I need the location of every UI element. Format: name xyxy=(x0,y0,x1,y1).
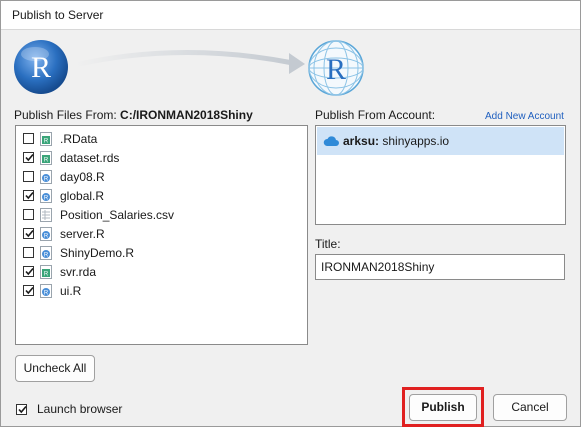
file-list-item[interactable]: Rui.R xyxy=(16,282,307,301)
r-logo-icon: R xyxy=(14,40,68,94)
file-list-item[interactable]: Rdataset.rds xyxy=(16,149,307,168)
file-checkbox[interactable] xyxy=(23,133,34,144)
account-text: arksu: shinyapps.io xyxy=(343,134,449,148)
file-list-item[interactable]: R .RData xyxy=(16,130,307,149)
svg-text:R: R xyxy=(31,51,51,84)
svg-text:R: R xyxy=(326,53,346,86)
file-name: ShinyDemo.R xyxy=(60,246,135,260)
rds-file-icon: R xyxy=(40,151,53,165)
file-checkbox[interactable] xyxy=(23,190,34,201)
publish-account-label: Publish From Account: xyxy=(315,108,436,122)
account-list: arksu: shinyapps.io xyxy=(315,125,566,225)
svg-text:R: R xyxy=(44,158,49,164)
file-name: dataset.rds xyxy=(60,151,120,165)
file-checkbox[interactable] xyxy=(23,228,34,239)
file-checkbox[interactable] xyxy=(23,247,34,258)
file-checkbox[interactable] xyxy=(23,152,34,163)
uncheck-all-button[interactable]: Uncheck All xyxy=(15,355,95,382)
file-name: svr.rda xyxy=(60,265,97,279)
file-list-item[interactable]: Rday08.R xyxy=(16,168,307,187)
r-script-icon: R xyxy=(40,246,53,260)
file-name: Position_Salaries.csv xyxy=(60,208,175,222)
title-label: Title: xyxy=(315,237,341,251)
cancel-button[interactable]: Cancel xyxy=(493,394,567,421)
checkmark-icon xyxy=(25,229,34,238)
publish-dialog: Publish to Server R R Publish Files From… xyxy=(0,0,581,427)
svg-text:R: R xyxy=(44,177,49,183)
account-item[interactable]: arksu: shinyapps.io xyxy=(317,127,564,155)
title-input[interactable] xyxy=(315,254,565,280)
file-name: ui.R xyxy=(60,284,82,298)
file-list-item[interactable]: Rsvr.rda xyxy=(16,263,307,282)
file-checkbox[interactable] xyxy=(23,171,34,182)
title-bar[interactable]: Publish to Server xyxy=(1,1,580,30)
publish-button[interactable]: Publish xyxy=(409,394,477,421)
publish-files-label: Publish Files From: C:/IRONMAN2018Shiny xyxy=(14,108,253,122)
svg-text:R: R xyxy=(44,139,49,145)
add-new-account-link[interactable]: Add New Account xyxy=(485,111,564,122)
file-list-item[interactable]: Rglobal.R xyxy=(16,187,307,206)
account-user: arksu: xyxy=(343,134,380,148)
transfer-arrow-icon xyxy=(74,49,305,74)
file-name: .RData xyxy=(60,132,98,146)
launch-browser-checkbox[interactable] xyxy=(16,404,27,415)
rda-file-icon: R xyxy=(40,265,53,279)
r-script-icon: R xyxy=(40,170,53,184)
file-checkbox[interactable] xyxy=(23,266,34,277)
file-list-item[interactable]: R ShinyDemo.R xyxy=(16,244,307,263)
svg-text:R: R xyxy=(44,196,49,202)
file-list-item[interactable]: Position_Salaries.csv xyxy=(16,206,307,225)
dialog-title: Publish to Server xyxy=(12,8,104,22)
file-name: global.R xyxy=(60,189,105,203)
checkmark-icon xyxy=(25,153,34,162)
account-server: shinyapps.io xyxy=(382,134,450,148)
r-script-icon: R xyxy=(40,284,53,298)
file-list: R .RData Rdataset.rds Rday08.R Rglobal.R Posi… xyxy=(15,125,308,345)
file-name: day08.R xyxy=(60,170,105,184)
checkmark-icon xyxy=(18,405,27,414)
files-path: C:/IRONMAN2018Shiny xyxy=(120,108,253,122)
cloud-icon xyxy=(323,136,339,146)
file-checkbox[interactable] xyxy=(23,209,34,220)
rdata-file-icon: R xyxy=(40,132,53,146)
checkmark-icon xyxy=(25,286,34,295)
checkmark-icon xyxy=(25,191,34,200)
svg-text:R: R xyxy=(44,291,49,297)
launch-browser-label: Launch browser xyxy=(37,402,123,416)
r-script-icon: R xyxy=(40,227,53,241)
file-list-item[interactable]: Rserver.R xyxy=(16,225,307,244)
svg-text:R: R xyxy=(44,234,49,240)
files-label-prefix: Publish Files From: xyxy=(14,108,117,122)
svg-text:R: R xyxy=(44,253,49,259)
rstudio-connect-globe-icon: R xyxy=(308,40,364,96)
file-checkbox[interactable] xyxy=(23,285,34,296)
r-script-icon: R xyxy=(40,189,53,203)
csv-file-icon xyxy=(40,208,53,222)
checkmark-icon xyxy=(25,267,34,276)
file-name: server.R xyxy=(60,227,105,241)
svg-text:R: R xyxy=(44,272,49,278)
